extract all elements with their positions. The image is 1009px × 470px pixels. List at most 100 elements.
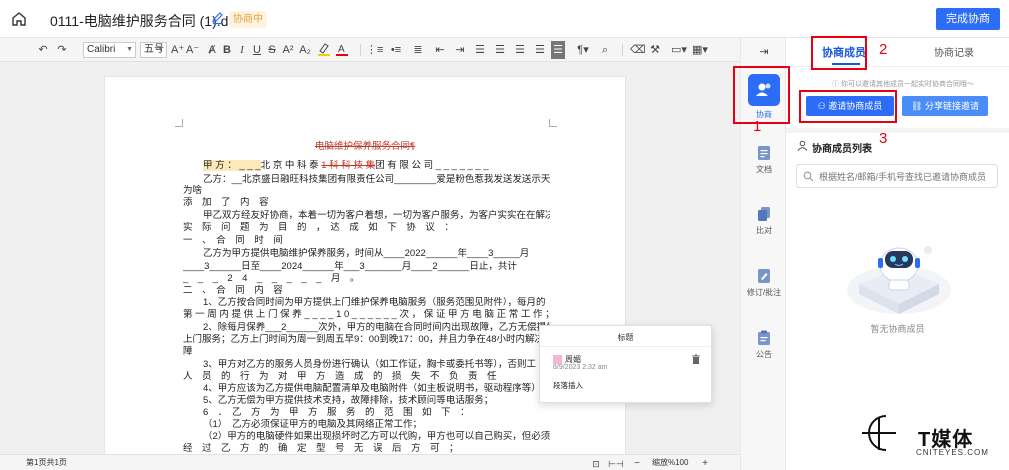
collapse-panel-icon[interactable]: ⇥ (757, 43, 771, 61)
doc-paragraph: （2）甲方的电脑硬件如果出现损坏时乙方可以代购，甲方也可以自己购买，但必须 (203, 431, 550, 442)
trash-icon[interactable] (691, 354, 701, 365)
party-a-line: 甲 方 ： _ _ _北 京 中 科 泰 1 科 科 技 集团 有 限 公 司 … (203, 160, 550, 171)
doc-paragraph: 6 ． 乙 方 为 甲 方 服 务 的 范 围 如 下 ： (203, 407, 470, 418)
chevron-down-icon: ▼ (126, 46, 133, 53)
member-search-box[interactable] (796, 164, 998, 188)
multilevel-list-icon[interactable]: ≣ (410, 41, 426, 59)
author-color-swatch (553, 355, 562, 364)
subscript-button[interactable]: A₂ (298, 41, 312, 59)
notice-icon (758, 330, 770, 345)
share-link-button[interactable]: ⛓ 分享链接邀请 (902, 96, 988, 116)
insert-table-icon[interactable]: ▦▾ (691, 41, 709, 59)
doc-paragraph: 甲乙双方经友好协商，本着一切为客户着想，一切为客户服务，为客户实实在在解决 (203, 210, 550, 221)
doc-paragraph: 2、除每月保养___2______次外，甲方的电脑在合同时间内出现故障，乙方无偿… (203, 322, 550, 333)
underline-button[interactable]: U (251, 41, 263, 59)
align-justify-icon[interactable]: ☰ (532, 41, 548, 59)
doc-paragraph: 障 (183, 346, 193, 357)
members-icon (797, 140, 808, 151)
page-margin-corner (549, 119, 557, 127)
doc-paragraph: 第 一 周 内 提 供 上 门 保 养 _ _ _ _ 1 0 _ _ _ _ … (183, 309, 550, 320)
annotation-number-1: 1 (753, 118, 762, 135)
rail-item-notice[interactable]: 公告 (741, 330, 787, 360)
annotation-box-3 (799, 90, 897, 123)
superscript-button[interactable]: A² (281, 41, 295, 59)
rail-item-document[interactable]: 文档 (741, 145, 787, 175)
insert-image-icon[interactable]: ▭▾ (668, 41, 690, 59)
distributed-align-icon[interactable]: ☰ (551, 41, 565, 59)
rail-item-compare[interactable]: 比对 (741, 206, 787, 236)
link-icon: ⛓ (911, 101, 925, 111)
doc-paragraph: 实 际 问 题 为 目 的 ， 达 成 如 下 协 议 ： (183, 222, 454, 233)
doc-paragraph: 上门服务；乙方上门时间为周一到周五早9：00到晚17：00，并且力争在48小时内… (183, 334, 545, 345)
document-icon (758, 146, 770, 160)
rail-label: 公告 (756, 350, 772, 359)
numbered-list-icon[interactable]: ⋮≡ (366, 41, 383, 59)
toolbar-divider (360, 44, 361, 56)
doc-paragraph: 一 、 合 同 时 间 (183, 235, 283, 246)
annotation-number-2: 2 (879, 41, 888, 58)
font-size-select[interactable]: 五号 ▼ (140, 42, 167, 58)
doc-paragraph: 二 、 合 同 内 容 (183, 285, 283, 296)
revision-icon (758, 269, 770, 283)
annotation-box-1 (733, 66, 790, 124)
edit-title-icon[interactable] (211, 11, 225, 25)
robot-empty-illustration (847, 246, 951, 314)
page-count: 第1页共1页 (26, 458, 67, 467)
strikethrough-button[interactable]: S (266, 41, 278, 59)
format-painter-icon[interactable]: ⚒ (648, 41, 662, 59)
watermark-subtitle: CNITEYES.COM (916, 448, 989, 457)
font-family-value: Calibri (87, 44, 116, 55)
align-right-icon[interactable]: ☰ (512, 41, 528, 59)
doc-paragraph: 1、乙方按合同时间为甲方提供上门维护保养电脑服务（服务范围见附件），每月的 (203, 297, 546, 308)
find-replace-icon[interactable]: ⌕ (598, 41, 612, 59)
increase-indent-icon[interactable]: ⇥ (452, 41, 468, 59)
clear-format-icon[interactable]: Ⱥ (206, 41, 218, 59)
tab-records[interactable]: 协商记录 (922, 44, 986, 59)
paragraph-marks-icon[interactable]: ¶▾ (572, 41, 594, 59)
watermark-logo-icon (862, 415, 896, 451)
bold-button[interactable]: B (221, 41, 233, 59)
divider (540, 346, 711, 347)
party-a-name: 北 京 中 科 泰 (260, 160, 319, 171)
undo-icon[interactable]: ↶ (36, 41, 50, 59)
toolbar-divider (622, 44, 623, 56)
party-a-name-rest: 团 有 限 公 司 _ _ _ _ _ _ _ (375, 160, 489, 171)
zoom-in-icon[interactable]: + (700, 455, 710, 470)
page-margin-corner (175, 119, 183, 127)
doc-paragraph: 乙方为甲方提供电脑维护保养服务，时间从____2022______年____3_… (203, 248, 530, 259)
decrease-indent-icon[interactable]: ⇤ (432, 41, 448, 59)
font-color-icon[interactable]: A (334, 41, 350, 59)
zoom-level: 缩放%100 (652, 458, 689, 467)
document-heading: 电脑维护保养服务合同¶ (314, 141, 416, 152)
home-icon[interactable] (10, 10, 28, 28)
doc-paragraph: 乙方：__北京盛日融旺科技集团有限责任公司________爱是粉色惹我发送发送示… (203, 174, 550, 185)
doc-paragraph: 经 过 乙 方 的 确 定 型 号 无 误 后 方 可 ； (183, 443, 459, 454)
align-left-icon[interactable]: ☰ (472, 41, 488, 59)
annotation-box-2 (811, 36, 867, 70)
italic-button[interactable]: I (236, 41, 248, 59)
eraser-icon[interactable]: ⌫ (630, 41, 646, 59)
rail-item-revisions[interactable]: 修订/批注 (741, 268, 787, 298)
highlight-color-icon[interactable] (316, 41, 332, 59)
empty-state-text: 暂无协商成员 (870, 324, 925, 334)
font-family-select[interactable]: Calibri ▼ (83, 42, 136, 58)
zoom-out-icon[interactable]: − (632, 455, 642, 470)
bulleted-list-icon[interactable]: •≡ (388, 41, 404, 59)
comment-popup[interactable]: 标题 周媚 8/9/2023 2:32 am 段落插入 (539, 325, 712, 403)
align-center-icon[interactable]: ☰ (492, 41, 508, 59)
doc-paragraph: 添 加 了 内 容 (183, 197, 269, 208)
member-search-input[interactable] (819, 169, 993, 184)
deleted-text: 1 科 科 技 集 (321, 160, 376, 171)
fit-page-icon[interactable]: ⊡ (590, 455, 602, 470)
comment-title: 标题 (617, 333, 634, 342)
doc-paragraph: 为啥 (183, 185, 203, 196)
finish-negotiation-button[interactable]: 完成协商 (936, 8, 1000, 30)
search-icon (803, 171, 814, 182)
fit-width-icon[interactable]: ⊢⊣ (608, 455, 624, 470)
doc-paragraph: 4、甲方应该为乙方提供电脑配置清单及电脑附件（如主板说明书，驱动程序等） (203, 383, 541, 394)
shrink-font-button[interactable]: A⁻ (186, 41, 199, 59)
party-a-label: 甲 方 ： _ _ _ (203, 160, 261, 171)
section-divider (786, 128, 1009, 133)
grow-font-button[interactable]: A⁺ (171, 41, 184, 59)
redo-icon[interactable]: ↷ (55, 41, 69, 59)
